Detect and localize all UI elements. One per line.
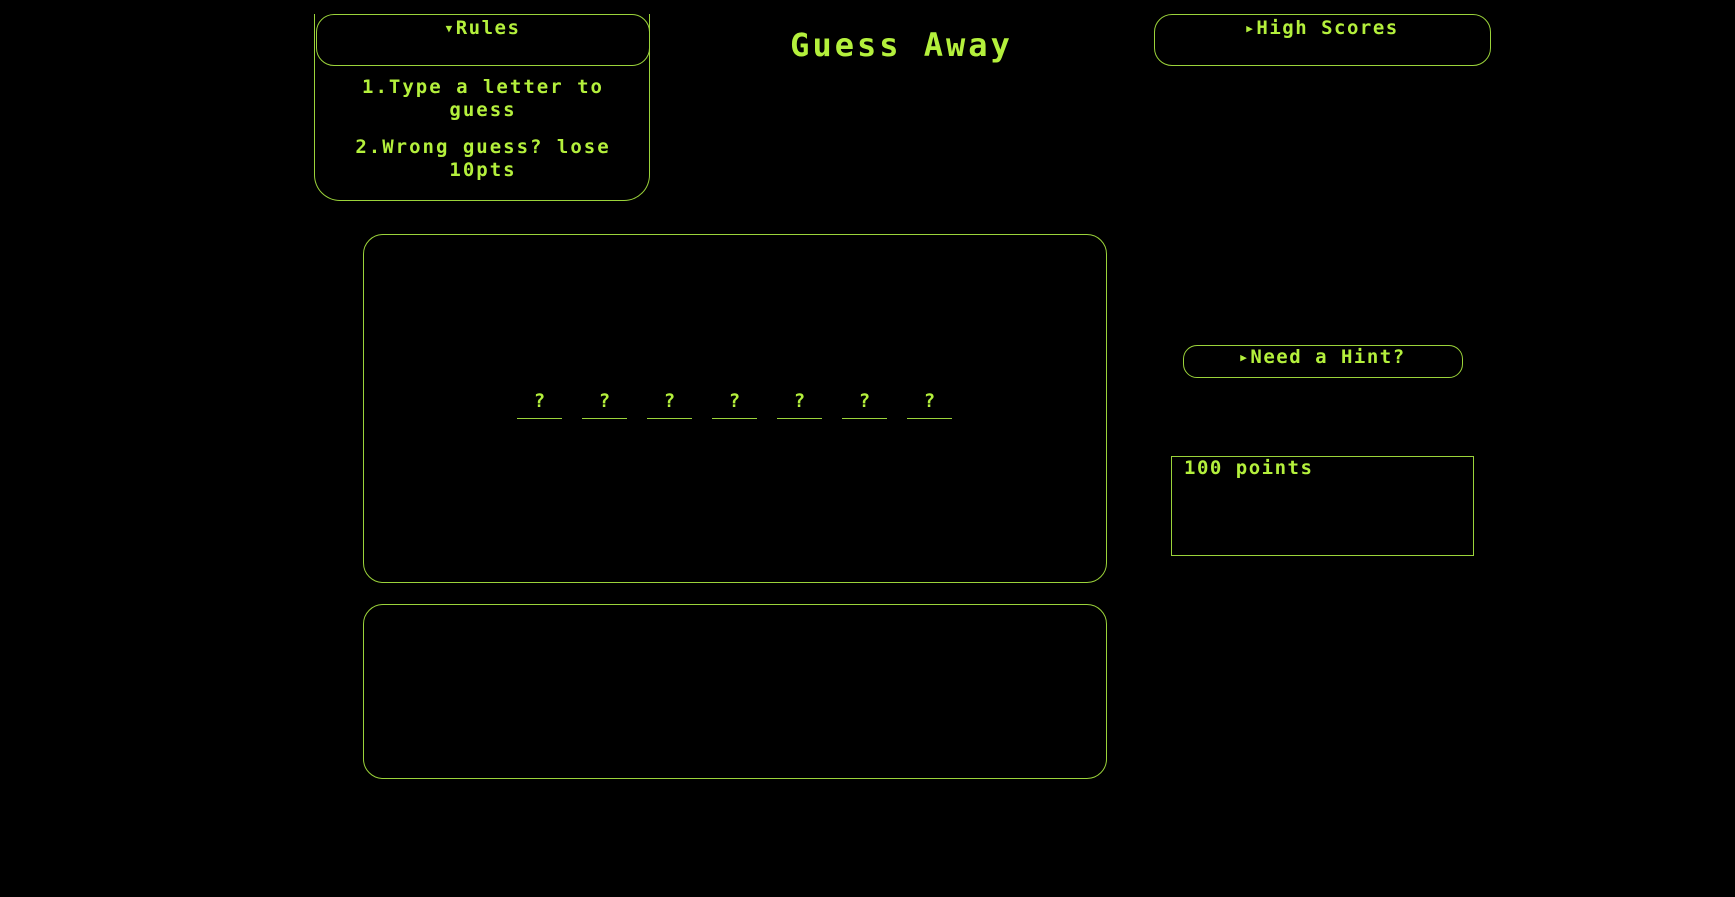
rules-toggle[interactable]: ▼ Rules [316,14,650,66]
hint-label: Need a Hint? [1250,346,1406,368]
letter-slot: ? [517,390,562,419]
hint-summary[interactable]: ▶ Need a Hint? [1240,346,1405,368]
letter-slot: ? [582,390,627,419]
high-scores-label: High Scores [1256,17,1399,39]
triangle-right-icon: ▶ [1246,22,1255,35]
hint-toggle[interactable]: ▶ Need a Hint? [1183,345,1463,378]
rule-item: 2.Wrong guess? lose 10pts [355,136,611,181]
letter-slot: ? [842,390,887,419]
letter-slot: ? [712,390,757,419]
score-text: 100 points [1184,457,1314,479]
game-page: ▼ Rules 1.Type a letter to guess 2.Wrong … [0,0,1735,897]
high-scores-toggle[interactable]: ▶ High Scores [1154,14,1491,66]
rules-summary-label: Rules [455,17,521,39]
rules-summary[interactable]: ▼ Rules [446,17,521,39]
page-title: Guess Away [790,26,1013,64]
letter-slot: ? [777,390,822,419]
letter-slots: ? ? ? ? ? ? ? [517,390,952,419]
triangle-right-icon: ▶ [1240,351,1249,364]
rule-item: 1.Type a letter to guess [362,76,604,121]
rules-panel: ▼ Rules 1.Type a letter to guess 2.Wrong … [314,14,650,201]
score-box: 100 points [1171,456,1474,556]
guessed-letters-panel [363,604,1107,779]
letter-slot: ? [907,390,952,419]
high-scores-summary[interactable]: ▶ High Scores [1246,17,1398,39]
triangle-down-icon: ▼ [445,22,454,35]
rules-list: 1.Type a letter to guess 2.Wrong guess? … [315,76,651,196]
word-panel: ? ? ? ? ? ? ? [363,234,1107,583]
letter-slot: ? [647,390,692,419]
